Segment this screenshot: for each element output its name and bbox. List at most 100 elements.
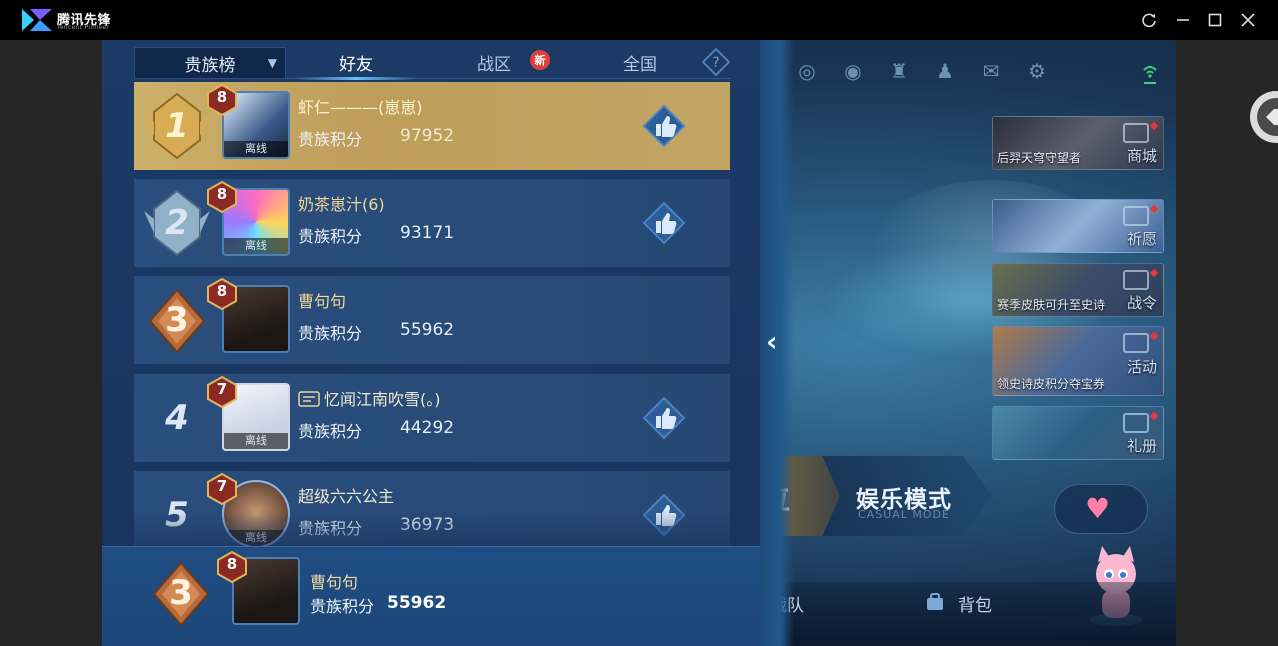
shop-icon (1123, 123, 1149, 143)
promo-caption: 后羿天穹守望者 (997, 151, 1082, 165)
minimize-icon[interactable] (1171, 8, 1195, 32)
noble-level: 8 (216, 185, 228, 203)
promo-battlepass[interactable]: 赛季皮肤可升至史诗 战令 (992, 263, 1164, 317)
score-label: 贵族积分 (298, 422, 363, 441)
score-label: 贵族积分 (298, 324, 363, 343)
offline-status: 离线 (224, 238, 288, 254)
message-icon (298, 391, 320, 407)
event-icon (1123, 333, 1149, 353)
leaderboard-row[interactable]: 1 离线 8 虾仁———(崽崽) 贵族积分 97952 (134, 82, 730, 170)
svg-text:?: ? (712, 55, 719, 71)
player-name: 虾仁———(崽崽) (298, 98, 423, 117)
rank-number: 5 (165, 495, 189, 535)
backpack-icon (927, 593, 943, 610)
player-name: 超级六六公主 (298, 487, 395, 506)
heart-icon: ♥ (1085, 492, 1111, 525)
app-subtitle: Tencent Pioneer (57, 24, 110, 31)
player-name: 奶茶崽汁(6) (298, 195, 385, 214)
promo-tag: 商城 (1126, 147, 1157, 165)
promo-tag: 活动 (1126, 358, 1157, 376)
my-rank-number: 3 (169, 573, 193, 613)
title-bar: 腾讯先锋 Tencent Pioneer (0, 0, 1278, 40)
promo-tag: 礼册 (1126, 437, 1157, 455)
notification-dot (1149, 204, 1159, 214)
player-name: 忆闻江南吹雪(。) (324, 390, 441, 409)
eye-icon[interactable]: ◉ (838, 56, 868, 86)
compass-icon[interactable]: ◎ (792, 56, 822, 86)
promo-caption: 赛季皮肤可升至史诗 (997, 298, 1106, 312)
backpack-button[interactable]: 背包 (958, 591, 992, 616)
game-view: ◎ ◉ ♜ ♟ ✉ ⚙ 后羿天穹守望者 商城 祈愿 赛季皮肤可升至史诗 战令 领… (102, 40, 1176, 646)
refresh-icon[interactable] (1137, 8, 1161, 32)
score-value: 93171 (400, 223, 455, 243)
promo-tag: 战令 (1126, 294, 1157, 312)
score-value: 97952 (400, 126, 455, 146)
promo-shop[interactable]: 后羿天穹守望者 商城 (992, 116, 1164, 170)
casual-mode-sub: CASUAL MODE (858, 508, 950, 521)
my-score-label: 贵族积分 (310, 597, 375, 616)
leaderboard-row[interactable]: 5 离线 7 超级六六公主 贵族积分 36973 (134, 471, 730, 546)
tab-friends[interactable]: 好友 (296, 50, 416, 78)
leaderboard-row[interactable]: 2 离线 8 奶茶崽汁(6) 贵族积分 93171 (134, 179, 730, 267)
tab-national[interactable]: 全国 (580, 50, 700, 78)
leaderboard-type-dropdown[interactable]: 贵族榜 ▼ (134, 47, 286, 79)
left-letterbox (0, 40, 102, 646)
leaderboard-row[interactable]: 4 离线 7 忆闻江南吹雪(。) 贵族积分 44292 (134, 374, 730, 462)
promo-gift-book[interactable]: 礼册 (992, 406, 1164, 460)
noble-level: 7 (216, 380, 228, 398)
thumbs-up-icon[interactable] (642, 104, 686, 148)
notification-dot (1149, 331, 1159, 341)
chevron-down-icon: ▼ (267, 56, 277, 70)
offline-status: 离线 (224, 433, 288, 449)
noble-level: 7 (216, 477, 228, 495)
battlepass-icon (1123, 270, 1149, 290)
dropdown-label: 贵族榜 (184, 55, 236, 76)
score-label: 贵族积分 (298, 519, 363, 538)
my-rank-row: 3 8 曹句句 贵族积分 55962 (102, 546, 760, 646)
thumbs-up-icon[interactable] (642, 493, 686, 537)
wish-icon (1123, 206, 1149, 226)
trophy-icon[interactable]: ♜ (884, 56, 914, 86)
leaderboard-row[interactable]: 3 8 曹句句 贵族积分 55962 (134, 276, 730, 364)
lobby-top-icons: ◎ ◉ ♜ ♟ ✉ ⚙ (792, 56, 1052, 86)
app-logo-icon (22, 9, 52, 31)
promo-wish[interactable]: 祈愿 (992, 199, 1164, 253)
close-icon[interactable] (1236, 8, 1260, 32)
mail-icon[interactable]: ✉ (976, 56, 1006, 86)
notification-dot (1149, 121, 1159, 131)
floating-side-button-icon[interactable] (1238, 90, 1278, 144)
my-score-value: 55962 (387, 593, 447, 613)
score-value: 44292 (400, 418, 455, 438)
rank-number: 1 (165, 106, 189, 146)
wifi-signal-icon (1143, 66, 1157, 84)
leaderboard-tabs: 贵族榜 ▼ 好友 战区 新 全国 ? (134, 46, 730, 80)
new-badge: 新 (530, 50, 550, 70)
score-label: 贵族积分 (298, 227, 363, 246)
score-label: 贵族积分 (298, 130, 363, 149)
settings-gear-icon[interactable]: ⚙ (1022, 56, 1052, 86)
leaderboard-list: 1 离线 8 虾仁———(崽崽) 贵族积分 97952 2 离线 8 奶茶崽汁(… (134, 82, 730, 546)
player-name: 曹句句 (298, 292, 347, 311)
promo-tag: 祈愿 (1126, 230, 1157, 248)
thumbs-up-icon[interactable] (642, 201, 686, 245)
score-value: 36973 (400, 515, 455, 535)
friends-icon[interactable]: ♟ (930, 56, 960, 86)
noble-level: 8 (216, 282, 228, 300)
promo-caption: 领史诗皮积分夺宝券 (997, 377, 1106, 391)
thumbs-up-icon[interactable] (642, 396, 686, 440)
chevron-left-icon[interactable]: ‹ (766, 325, 788, 361)
notification-dot (1149, 268, 1159, 278)
rank-number: 2 (165, 203, 189, 243)
leaderboard-panel: 贵族榜 ▼ 好友 战区 新 全国 ? 1 离线 8 虾仁———(崽崽) 贵族积分… (102, 40, 760, 646)
help-icon[interactable]: ? (702, 48, 730, 76)
maximize-icon[interactable] (1203, 8, 1227, 32)
my-noble-level: 8 (226, 555, 238, 573)
rank-number: 4 (165, 398, 189, 438)
offline-status: 离线 (224, 141, 288, 157)
promo-event[interactable]: 领史诗皮积分夺宝券 活动 (992, 326, 1164, 396)
right-letterbox (1176, 40, 1278, 646)
rank-number: 3 (165, 300, 189, 340)
my-player-name: 曹句句 (310, 573, 359, 592)
score-value: 55962 (400, 320, 455, 340)
noble-level: 8 (216, 88, 228, 106)
